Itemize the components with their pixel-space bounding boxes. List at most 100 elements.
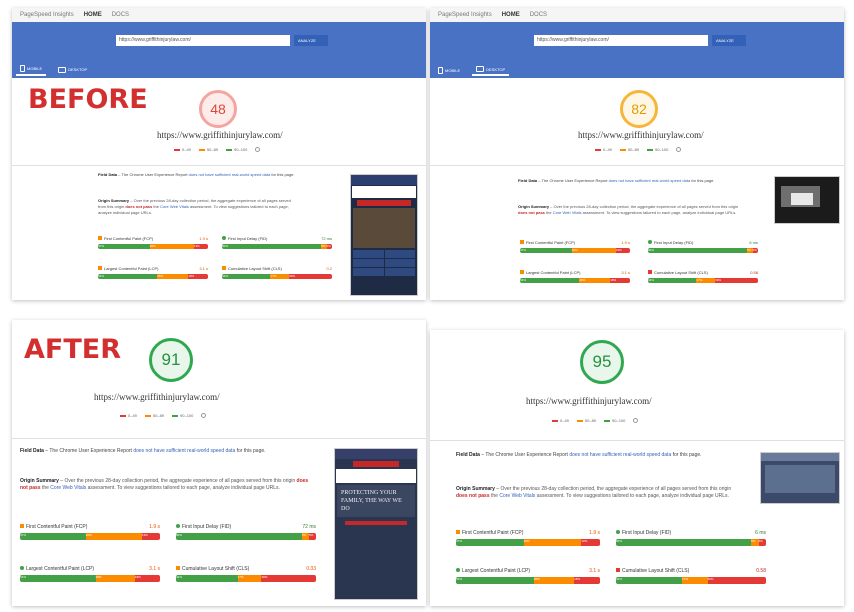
bar-ni: 17%	[682, 577, 708, 584]
nav-docs-link[interactable]: DOCS	[530, 12, 547, 18]
field-data-title: Field Data	[456, 452, 480, 458]
metric-value: 6 ms	[755, 530, 766, 536]
info-icon[interactable]	[201, 413, 207, 418]
score-legend: 0–49 50–89 90–100	[174, 147, 261, 152]
metric-name: First Input Delay (FID)	[228, 236, 268, 241]
metric-fid: First Input Delay (FID) 6 ms 90% 5% 5%	[616, 530, 766, 546]
legend-orange: 50–89	[627, 147, 640, 152]
bar-poor: 39%	[289, 274, 332, 279]
origin-summary: Origin Summary – Over the previous 28-da…	[20, 478, 316, 492]
bar-ni: 17%	[237, 575, 262, 582]
metric-fcp: First Contentful Paint (FCP) 1.9 s 47% 40%…	[456, 530, 600, 546]
device-tabs: MOBILE DESKTOP	[434, 64, 510, 76]
bar-good: 44%	[616, 577, 682, 584]
nav-home-link[interactable]: HOME	[84, 12, 102, 18]
psi-header: https://www.griffithinjurylaw.com/ ANALY…	[12, 22, 426, 78]
thumb-dialog	[791, 193, 814, 205]
cwv-link[interactable]: Core Web Vitals	[50, 485, 86, 491]
info-icon[interactable]	[255, 147, 261, 152]
field-data-suffix: for this page.	[271, 172, 295, 177]
tab-desktop[interactable]: DESKTOP	[472, 64, 510, 76]
score-legend: 0–49 50–89 90–100	[552, 418, 639, 423]
metric-value: 1.9 s	[621, 240, 630, 245]
legend-red-swatch	[552, 419, 558, 422]
field-data-link[interactable]: does not have sufficient real-world spee…	[609, 178, 691, 183]
distribution-bar: 44% 17% 39%	[222, 274, 332, 279]
distribution-bar: 47% 40% 13%	[20, 533, 160, 540]
field-data-link[interactable]: does not have sufficient real-world spee…	[189, 172, 271, 177]
info-icon[interactable]	[676, 147, 682, 152]
tab-mobile[interactable]: MOBILE	[16, 63, 47, 76]
field-data: Field Data – The Chrome User Experience …	[98, 172, 308, 177]
bar-ni: 40%	[85, 533, 142, 540]
phone-icon	[438, 66, 443, 74]
metric-value: 3.1 s	[621, 270, 630, 275]
site-url: https://www.griffithinjurylaw.com/	[94, 392, 220, 402]
url-input[interactable]: https://www.griffithinjurylaw.com/	[534, 35, 708, 46]
distribution-bar: 44% 17% 39%	[616, 577, 766, 584]
distribution-bar: 90% 5% 5%	[616, 539, 766, 546]
thumb-grid	[353, 250, 415, 276]
distribution-bar: 47% 40% 13%	[98, 244, 208, 249]
distribution-bar: 90% 5% 5%	[222, 244, 332, 249]
url-input[interactable]: https://www.griffithinjurylaw.com/	[116, 35, 290, 46]
score-legend: 0–49 50–89 90–100	[120, 413, 207, 418]
tab-desktop-label: DESKTOP	[486, 66, 506, 72]
bar-poor: 18%	[610, 278, 630, 283]
metric-value: 72 ms	[302, 524, 316, 530]
legend-red: 0–49	[182, 147, 191, 152]
mobile-screenshot-thumbnail: PROTECTING YOUR FAMILY, THE WAY WE DO	[334, 448, 418, 600]
metric-value: 0.58	[750, 270, 758, 275]
origin-summary-text: – Over the previous 28-day collection pe…	[60, 478, 296, 484]
metric-name: Largest Contentful Paint (LCP)	[462, 568, 531, 574]
metric-value: 1.9 s	[199, 236, 208, 241]
field-data-title: Field Data	[20, 448, 44, 454]
metric-cls: Cumulative Layout Shift (CLS) 0.58 44% 17%…	[616, 568, 766, 584]
distribution-bar: 54% 28% 18%	[20, 575, 160, 582]
legend-orange: 50–89	[152, 413, 165, 418]
bar-good: 54%	[20, 575, 96, 582]
bar-poor: 13%	[615, 248, 630, 253]
metric-value: 3.1 s	[199, 266, 208, 271]
field-data-text: – The Chrome User Experience Report	[481, 452, 568, 458]
metric-lcp: Largest Contentful Paint (LCP) 3.1 s 54% 2…	[20, 566, 160, 582]
site-url: https://www.griffithinjurylaw.com/	[157, 130, 283, 140]
metric-name: Cumulative Layout Shift (CLS)	[654, 270, 708, 275]
cwv-link[interactable]: Core Web Vitals	[553, 210, 582, 215]
bar-poor: 13%	[141, 533, 160, 540]
analyze-button[interactable]: ANALYZE	[712, 35, 746, 46]
thumb-header	[761, 453, 839, 461]
origin-tail: assessment. To view suggestions tailored…	[582, 210, 737, 215]
bar-good: 44%	[222, 274, 271, 279]
distribution-bar: 44% 17% 39%	[648, 278, 758, 283]
nav-home-link[interactable]: HOME	[502, 12, 520, 18]
after-desktop-report: 95 https://www.griffithinjurylaw.com/ 0–…	[430, 330, 844, 606]
bar-poor: 5%	[309, 533, 316, 540]
info-icon[interactable]	[633, 418, 639, 423]
tab-desktop[interactable]: DESKTOP	[54, 63, 91, 76]
cwv-link[interactable]: Core Web Vitals	[160, 204, 189, 209]
bar-good: 44%	[176, 575, 238, 582]
analyze-button[interactable]: ANALYZE	[294, 35, 328, 46]
bar-good: 47%	[20, 533, 86, 540]
status-circle-icon	[20, 566, 24, 570]
field-data-link[interactable]: does not have sufficient real-world spee…	[569, 452, 671, 458]
cwv-link[interactable]: Core Web Vitals	[499, 493, 535, 499]
distribution-bar: 54% 28% 18%	[456, 577, 600, 584]
metric-lcp: Largest Contentful Paint (LCP) 3.1 s 54% 2…	[456, 568, 600, 584]
metric-value: 3.1 s	[149, 566, 160, 572]
tab-mobile[interactable]: MOBILE	[434, 64, 464, 76]
nav-docs-link[interactable]: DOCS	[112, 12, 129, 18]
distribution-bar: 47% 40% 13%	[456, 539, 600, 546]
site-url: https://www.griffithinjurylaw.com/	[578, 130, 704, 140]
bar-poor: 39%	[715, 278, 758, 283]
field-data-link[interactable]: does not have sufficient real-world spee…	[133, 448, 235, 454]
status-circle-icon	[648, 240, 652, 244]
field-data: Field Data – The Chrome User Experience …	[20, 448, 316, 454]
origin-mid: the	[41, 485, 49, 491]
thumb-hero-text: PROTECTING YOUR FAMILY, THE WAY WE DO	[337, 485, 415, 517]
origin-fail: does not pass	[125, 204, 153, 209]
metric-name: First Contentful Paint (FCP)	[462, 530, 524, 536]
field-data-text: – The Chrome User Experience Report	[45, 448, 132, 454]
field-data-text: – The Chrome User Experience Report	[118, 172, 188, 177]
